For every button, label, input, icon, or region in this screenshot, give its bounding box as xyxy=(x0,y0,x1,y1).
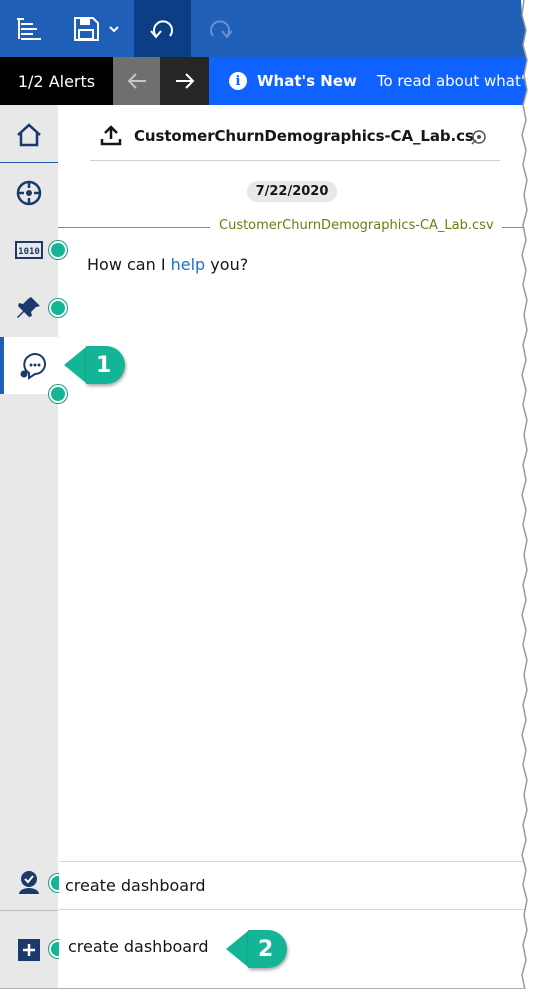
rail-navigate[interactable] xyxy=(0,165,58,221)
add-icon xyxy=(18,939,40,961)
suggestion-item[interactable]: create dashboard xyxy=(59,861,526,910)
upload-icon xyxy=(100,125,122,146)
callout-2: 2 xyxy=(226,930,288,968)
assistant-chat-icon xyxy=(20,352,46,380)
arrow-left-icon xyxy=(127,73,146,89)
file-title: CustomerChurnDemographics-CA_Lab.cs xyxy=(134,127,474,145)
alert-message[interactable]: i What's New To read about what's xyxy=(209,57,530,105)
hamburger-tree-icon xyxy=(17,17,41,40)
save-icon xyxy=(74,16,99,41)
arrow-right-icon xyxy=(175,73,194,89)
callout-number: 2 xyxy=(248,930,288,968)
chat-header: CustomerChurnDemographics-CA_Lab.cs xyxy=(90,112,500,161)
greeting-text: you? xyxy=(205,255,249,274)
status-dot xyxy=(49,241,67,259)
rail-home[interactable] xyxy=(0,107,58,163)
torn-edge xyxy=(521,0,542,999)
top-toolbar xyxy=(0,0,530,57)
chat-input[interactable]: create dashboard xyxy=(59,910,526,988)
bottom-edge xyxy=(0,988,526,1000)
menu-button[interactable] xyxy=(0,0,58,57)
rail-divider xyxy=(0,910,58,911)
alert-title: What's New xyxy=(257,72,357,90)
save-button[interactable] xyxy=(63,0,129,57)
redo-button[interactable] xyxy=(195,0,245,57)
rail-divider xyxy=(0,162,58,163)
status-dot xyxy=(49,385,67,403)
pin-icon xyxy=(17,297,40,318)
undo-button[interactable] xyxy=(134,0,191,57)
chevron-down-icon xyxy=(109,25,119,32)
home-icon xyxy=(17,123,41,147)
source-label: CustomerChurnDemographics-CA_Lab.csv xyxy=(219,218,494,233)
callout-1: 1 xyxy=(64,346,126,384)
help-link[interactable]: help xyxy=(171,255,206,274)
user-check-icon xyxy=(19,871,39,894)
redo-icon xyxy=(210,19,233,39)
assistant-greeting: How can I help you? xyxy=(87,255,248,274)
greeting-text: How can I xyxy=(87,255,171,274)
alert-count: 1/2 Alerts xyxy=(0,57,113,105)
date-badge: 7/22/2020 xyxy=(247,181,337,202)
source-divider xyxy=(58,227,210,228)
source-settings-icon[interactable] xyxy=(470,128,488,146)
status-dot xyxy=(49,299,67,317)
previous-alert-button[interactable] xyxy=(113,57,160,105)
svg-text:1010: 1010 xyxy=(18,247,40,257)
alerts-bar: 1/2 Alerts i What's New To read about wh… xyxy=(0,57,530,105)
undo-icon xyxy=(149,19,173,39)
callout-number: 1 xyxy=(86,346,126,384)
alert-text: To read about what's xyxy=(376,72,530,90)
info-icon: i xyxy=(229,72,247,90)
data-icon: 1010 xyxy=(15,241,43,259)
next-alert-button[interactable] xyxy=(160,57,209,105)
navigate-icon xyxy=(16,180,42,206)
